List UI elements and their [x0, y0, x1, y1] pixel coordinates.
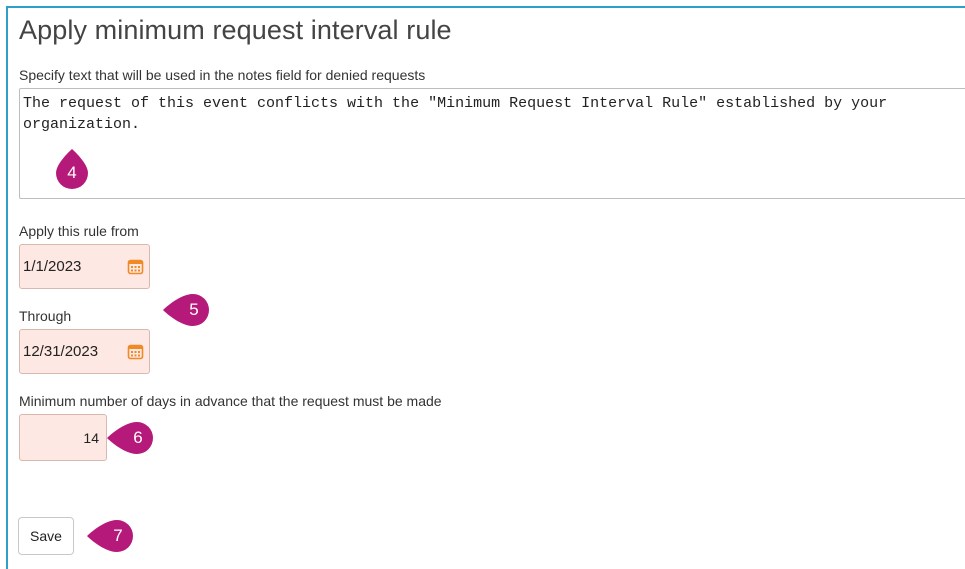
days-label: Minimum number of days in advance that t…: [19, 393, 442, 409]
callout-5-number: 5: [189, 300, 199, 319]
through-date-value: 12/31/2023: [23, 343, 99, 360]
callout-4: 4: [50, 147, 94, 191]
from-label: Apply this rule from: [19, 223, 139, 239]
calendar-icon[interactable]: [127, 343, 144, 360]
min-days-input[interactable]: [19, 414, 107, 461]
from-date-value: 1/1/2023: [23, 258, 82, 275]
callout-4-number: 4: [67, 163, 77, 182]
callout-6: 6: [107, 416, 153, 460]
save-button[interactable]: Save: [18, 517, 74, 555]
calendar-icon[interactable]: [127, 258, 144, 275]
through-label: Through: [19, 308, 72, 324]
callout-7-number: 7: [113, 526, 123, 545]
notes-label: Specify text that will be used in the no…: [19, 67, 426, 83]
callout-7: 7: [87, 514, 133, 558]
callout-6-number: 6: [133, 428, 143, 447]
from-date-input[interactable]: 1/1/2023: [19, 244, 150, 289]
page-title: Apply minimum request interval rule: [19, 15, 452, 45]
through-date-input[interactable]: 12/31/2023: [19, 329, 150, 374]
notes-textarea[interactable]: The request of this event conflicts with…: [19, 88, 965, 199]
callout-5: 5: [163, 288, 209, 332]
